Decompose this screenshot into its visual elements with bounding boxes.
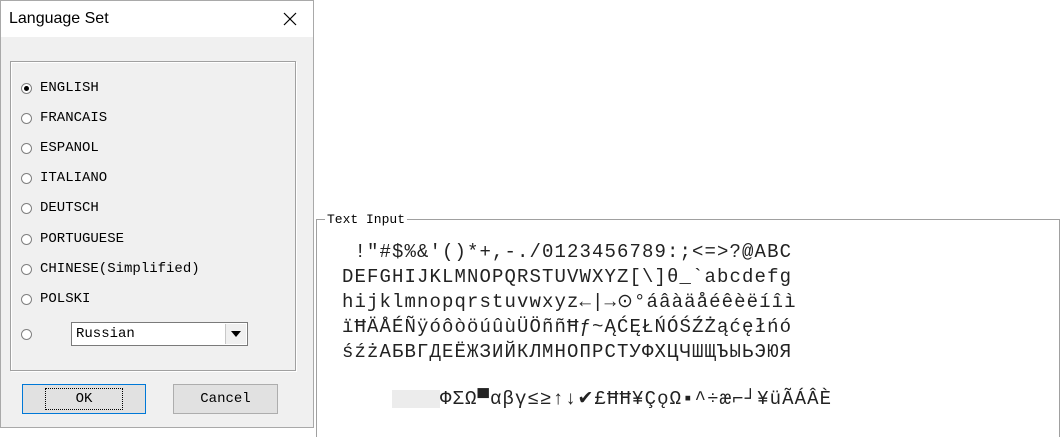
character-row[interactable]: hijklmnopqrstuvwxyz←|→⊙°áâàäåéêèëíîì <box>342 291 797 313</box>
radio-button[interactable] <box>21 112 32 124</box>
blank-cell[interactable] <box>400 389 409 408</box>
radio-italiano[interactable]: ITALIANO <box>21 167 107 189</box>
blank-cell[interactable] <box>408 389 417 408</box>
dialog-title: Language Set <box>9 10 109 27</box>
blank-cell[interactable] <box>392 389 401 408</box>
character-row[interactable]: ïĦÄÅÉÑÿóôòöúûùÜÖññĦƒ~ĄĆĘŁŃÓŚŹŻąćęłńó <box>342 316 792 338</box>
radio-label: ESPANOL <box>40 140 99 156</box>
radio-button[interactable] <box>21 142 32 154</box>
dropdown-arrow-icon[interactable] <box>225 324 246 344</box>
cancel-button[interactable]: Cancel <box>173 384 278 414</box>
text-input-legend: Text Input <box>325 212 408 227</box>
radio-label: PORTUGUESE <box>40 231 125 247</box>
radio-portuguese[interactable]: PORTUGUESE <box>21 228 124 250</box>
radio-chinese-simplified[interactable]: CHINESE(Simplified) <box>21 258 200 280</box>
radio-button[interactable] <box>21 263 32 275</box>
character-row-text[interactable]: ФΣΩ▀αβγ≤≥↑↓✔£ĦĦ¥ÇǫΩ▪^÷æ⌐┘¥üÃÁÂÈ <box>440 388 832 410</box>
radio-extra-language[interactable] <box>21 323 40 345</box>
radio-espanol[interactable]: ESPANOL <box>21 137 99 159</box>
radio-button[interactable] <box>21 328 32 340</box>
language-set-dialog: Language Set ENGLISH FRANCAIS ESPANOL IT… <box>0 0 314 428</box>
character-row[interactable]: ФΣΩ▀αβγ≤≥↑↓✔£ĦĦ¥ÇǫΩ▪^÷æ⌐┘¥üÃÁÂÈ <box>342 366 832 410</box>
radio-francais[interactable]: FRANCAIS <box>21 107 107 129</box>
radio-polski[interactable]: POLSKI <box>21 288 90 310</box>
radio-label: POLSKI <box>40 291 91 307</box>
radio-label: ITALIANO <box>40 170 108 186</box>
radio-button[interactable] <box>21 293 32 305</box>
dialog-titlebar: Language Set <box>1 1 313 37</box>
select-value: Russian <box>76 326 135 342</box>
close-button[interactable] <box>267 1 313 37</box>
text-input-panel: Text Input !"#$%&'()*+,-./0123456789:;<=… <box>316 210 1062 437</box>
close-icon <box>283 12 297 26</box>
radio-label: DEUTSCH <box>40 200 99 216</box>
radio-deutsch[interactable]: DEUTSCH <box>21 197 99 219</box>
blank-cell[interactable] <box>432 389 441 408</box>
extra-language-select[interactable]: Russian <box>71 322 248 346</box>
character-row[interactable]: !"#$%&'()*+,-./0123456789:;<=>?@ABC <box>342 241 792 263</box>
blank-cell[interactable] <box>424 389 433 408</box>
character-row[interactable]: DEFGHIJKLMNOPQRSTUVWXYZ[\]θ_`abcdefg <box>342 266 792 288</box>
radio-button-checked[interactable] <box>21 82 32 94</box>
radio-english[interactable]: ENGLISH <box>21 77 99 99</box>
ok-button-label: OK <box>44 388 124 410</box>
radio-button[interactable] <box>21 202 32 214</box>
radio-label: FRANCAIS <box>40 110 108 126</box>
radio-label: ENGLISH <box>40 80 99 96</box>
blank-cell[interactable] <box>416 389 425 408</box>
radio-button[interactable] <box>21 233 32 245</box>
radio-label: CHINESE(Simplified) <box>40 261 200 277</box>
radio-button[interactable] <box>21 172 32 184</box>
ok-button[interactable]: OK <box>22 384 146 414</box>
character-row[interactable]: śźżАБВГДЕЁЖЗИЙКЛМНОПРСТУФХЦЧШЩЪЫЬЭЮЯ <box>342 341 792 363</box>
